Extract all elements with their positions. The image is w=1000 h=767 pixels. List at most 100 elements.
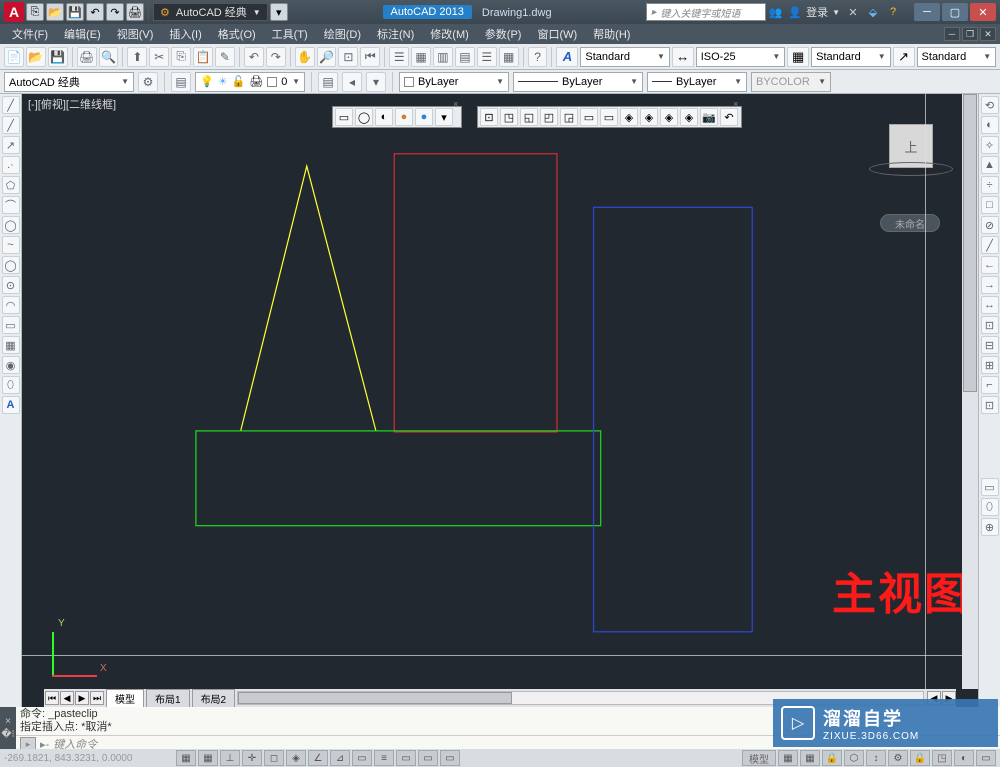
polygon-icon[interactable]: .· [2,156,20,174]
menu-window[interactable]: 窗口(W) [529,26,585,42]
pline-icon[interactable]: ↗ [2,136,20,154]
mdi-minimize[interactable]: ─ [944,27,960,41]
mleaderstyle-combo[interactable]: Standard▼ [917,47,997,67]
sc-icon[interactable]: ▭ [440,750,460,766]
coords-display[interactable]: -269.1821, 843.3231, 0.0000 [4,753,174,764]
qa-new-icon[interactable]: ⎘ [26,3,44,21]
window-close[interactable]: ✕ [970,3,996,21]
isolate-icon[interactable]: ◐ [954,750,974,766]
spline-icon[interactable]: ~ [2,236,20,254]
move-icon[interactable]: □ [981,196,999,214]
markup-icon[interactable]: ☰ [477,47,497,67]
help-icon[interactable]: ? [886,5,900,19]
tablestyle-icon[interactable]: ▦ [787,47,809,67]
join-icon[interactable]: ⊟ [981,336,999,354]
qa-save-icon[interactable]: 💾 [66,3,84,21]
zoom-window-icon[interactable]: ⊡ [338,47,358,67]
paste-icon[interactable]: 📋 [193,47,213,67]
point-icon[interactable]: ◉ [2,356,20,374]
textstyle-combo[interactable]: Standard▼ [580,47,670,67]
match-icon[interactable]: ✎ [215,47,235,67]
window-maximize[interactable]: ▢ [942,3,968,21]
tablestyle-combo[interactable]: Standard▼ [811,47,891,67]
offset-icon[interactable]: ▲ [981,156,999,174]
sheetset-icon[interactable]: ▤ [455,47,475,67]
qa-redo-icon[interactable]: ↷ [106,3,124,21]
lwt-icon[interactable]: ≡ [374,750,394,766]
trim-icon[interactable]: → [981,276,999,294]
ducs-icon[interactable]: ⊿ [330,750,350,766]
menu-insert[interactable]: 插入(I) [161,26,209,42]
circle-icon[interactable]: ◯ [2,216,20,234]
annovisibility-icon[interactable]: ⬡ [844,750,864,766]
exchange-icon[interactable]: ✕ [846,5,860,19]
qa-open-icon[interactable]: 📂 [46,3,64,21]
polar-icon[interactable]: ✛ [242,750,262,766]
help-search-input[interactable]: ▸键入关键字或短语 [646,3,766,21]
stayconnected-icon[interactable]: ⬙ [866,5,880,19]
menu-dimension[interactable]: 标注(N) [369,26,422,42]
extend-icon[interactable]: ↔ [981,296,999,314]
qa-print-icon[interactable]: 🖨 [126,3,144,21]
arc-icon[interactable]: ⌒ [2,196,20,214]
dimstyle-icon[interactable]: ↔ [672,47,694,67]
dimstyle-combo[interactable]: ISO-25▼ [696,47,786,67]
tool1-icon[interactable]: ▭ [981,478,999,496]
annoauto-icon[interactable]: ↕ [866,750,886,766]
hardware-icon[interactable]: ◳ [932,750,952,766]
array-icon[interactable]: ÷ [981,176,999,194]
clean-icon[interactable]: ▭ [976,750,996,766]
infocenter-icon[interactable]: 👥 [768,5,782,19]
model-button[interactable]: 模型 [742,750,776,766]
color-combo[interactable]: ByLayer▼ [399,72,509,92]
workspace-dropdown[interactable]: ⚙ AutoCAD 经典 ▼ [153,3,268,21]
tab-model[interactable]: 模型 [106,689,144,707]
annoscale-icon[interactable]: 🔒 [822,750,842,766]
tab-first-icon[interactable]: ⏮ [45,691,59,705]
menu-parametric[interactable]: 参数(P) [477,26,530,42]
menu-format[interactable]: 格式(O) [210,26,264,42]
explode-icon[interactable]: ⊡ [981,396,999,414]
menu-edit[interactable]: 编辑(E) [56,26,109,42]
mleaderstyle-icon[interactable]: ↗ [893,47,915,67]
rectangle-icon[interactable]: ⬠ [2,176,20,194]
lineweight-combo[interactable]: ByLayer▼ [647,72,747,92]
redo-icon[interactable]: ↷ [266,47,286,67]
qa-more-icon[interactable]: ▾ [270,3,288,21]
ellipse-arc-icon[interactable]: ⊙ [2,276,20,294]
menu-help[interactable]: 帮助(H) [585,26,638,42]
linetype-combo[interactable]: ByLayer▼ [513,72,643,92]
save-icon[interactable]: 💾 [48,47,68,67]
mirror-icon[interactable]: ✧ [981,136,999,154]
menu-tools[interactable]: 工具(T) [264,26,316,42]
line-icon[interactable]: ╱ [2,96,20,114]
window-minimize[interactable]: ─ [914,3,940,21]
tab-next-icon[interactable]: ▶ [75,691,89,705]
login-button[interactable]: 👤登录▼ [788,4,840,20]
hatch-icon[interactable]: ▦ [2,336,20,354]
qp-icon[interactable]: ▭ [418,750,438,766]
undo-icon[interactable]: ↶ [244,47,264,67]
mdi-close[interactable]: ✕ [980,27,996,41]
zoom-icon[interactable]: 🔎 [317,47,337,67]
mdi-restore[interactable]: ❐ [962,27,978,41]
qview2-icon[interactable]: ▦ [800,750,820,766]
tpy-icon[interactable]: ▭ [396,750,416,766]
3dosnap-icon[interactable]: ◈ [286,750,306,766]
menu-draw[interactable]: 绘图(D) [316,26,369,42]
stretch-icon[interactable]: ← [981,256,999,274]
qa-undo-icon[interactable]: ↶ [86,3,104,21]
otrack-icon[interactable]: ∠ [308,750,328,766]
textstyle-icon[interactable]: A [556,47,578,67]
layer-props-icon[interactable]: ▤ [171,72,191,92]
grid-icon[interactable]: ▦ [198,750,218,766]
preview-icon[interactable]: 🔍 [99,47,119,67]
tool2-icon[interactable]: ⬯ [981,498,999,516]
workspace-combo[interactable]: AutoCAD 经典▼ [4,72,134,92]
app-logo[interactable]: A [4,2,24,22]
block-icon[interactable]: ▭ [2,316,20,334]
pan-icon[interactable]: ✋ [295,47,315,67]
text-icon[interactable]: A [2,396,20,414]
dyn-icon[interactable]: ▭ [352,750,372,766]
xline-icon[interactable]: ╱ [2,116,20,134]
